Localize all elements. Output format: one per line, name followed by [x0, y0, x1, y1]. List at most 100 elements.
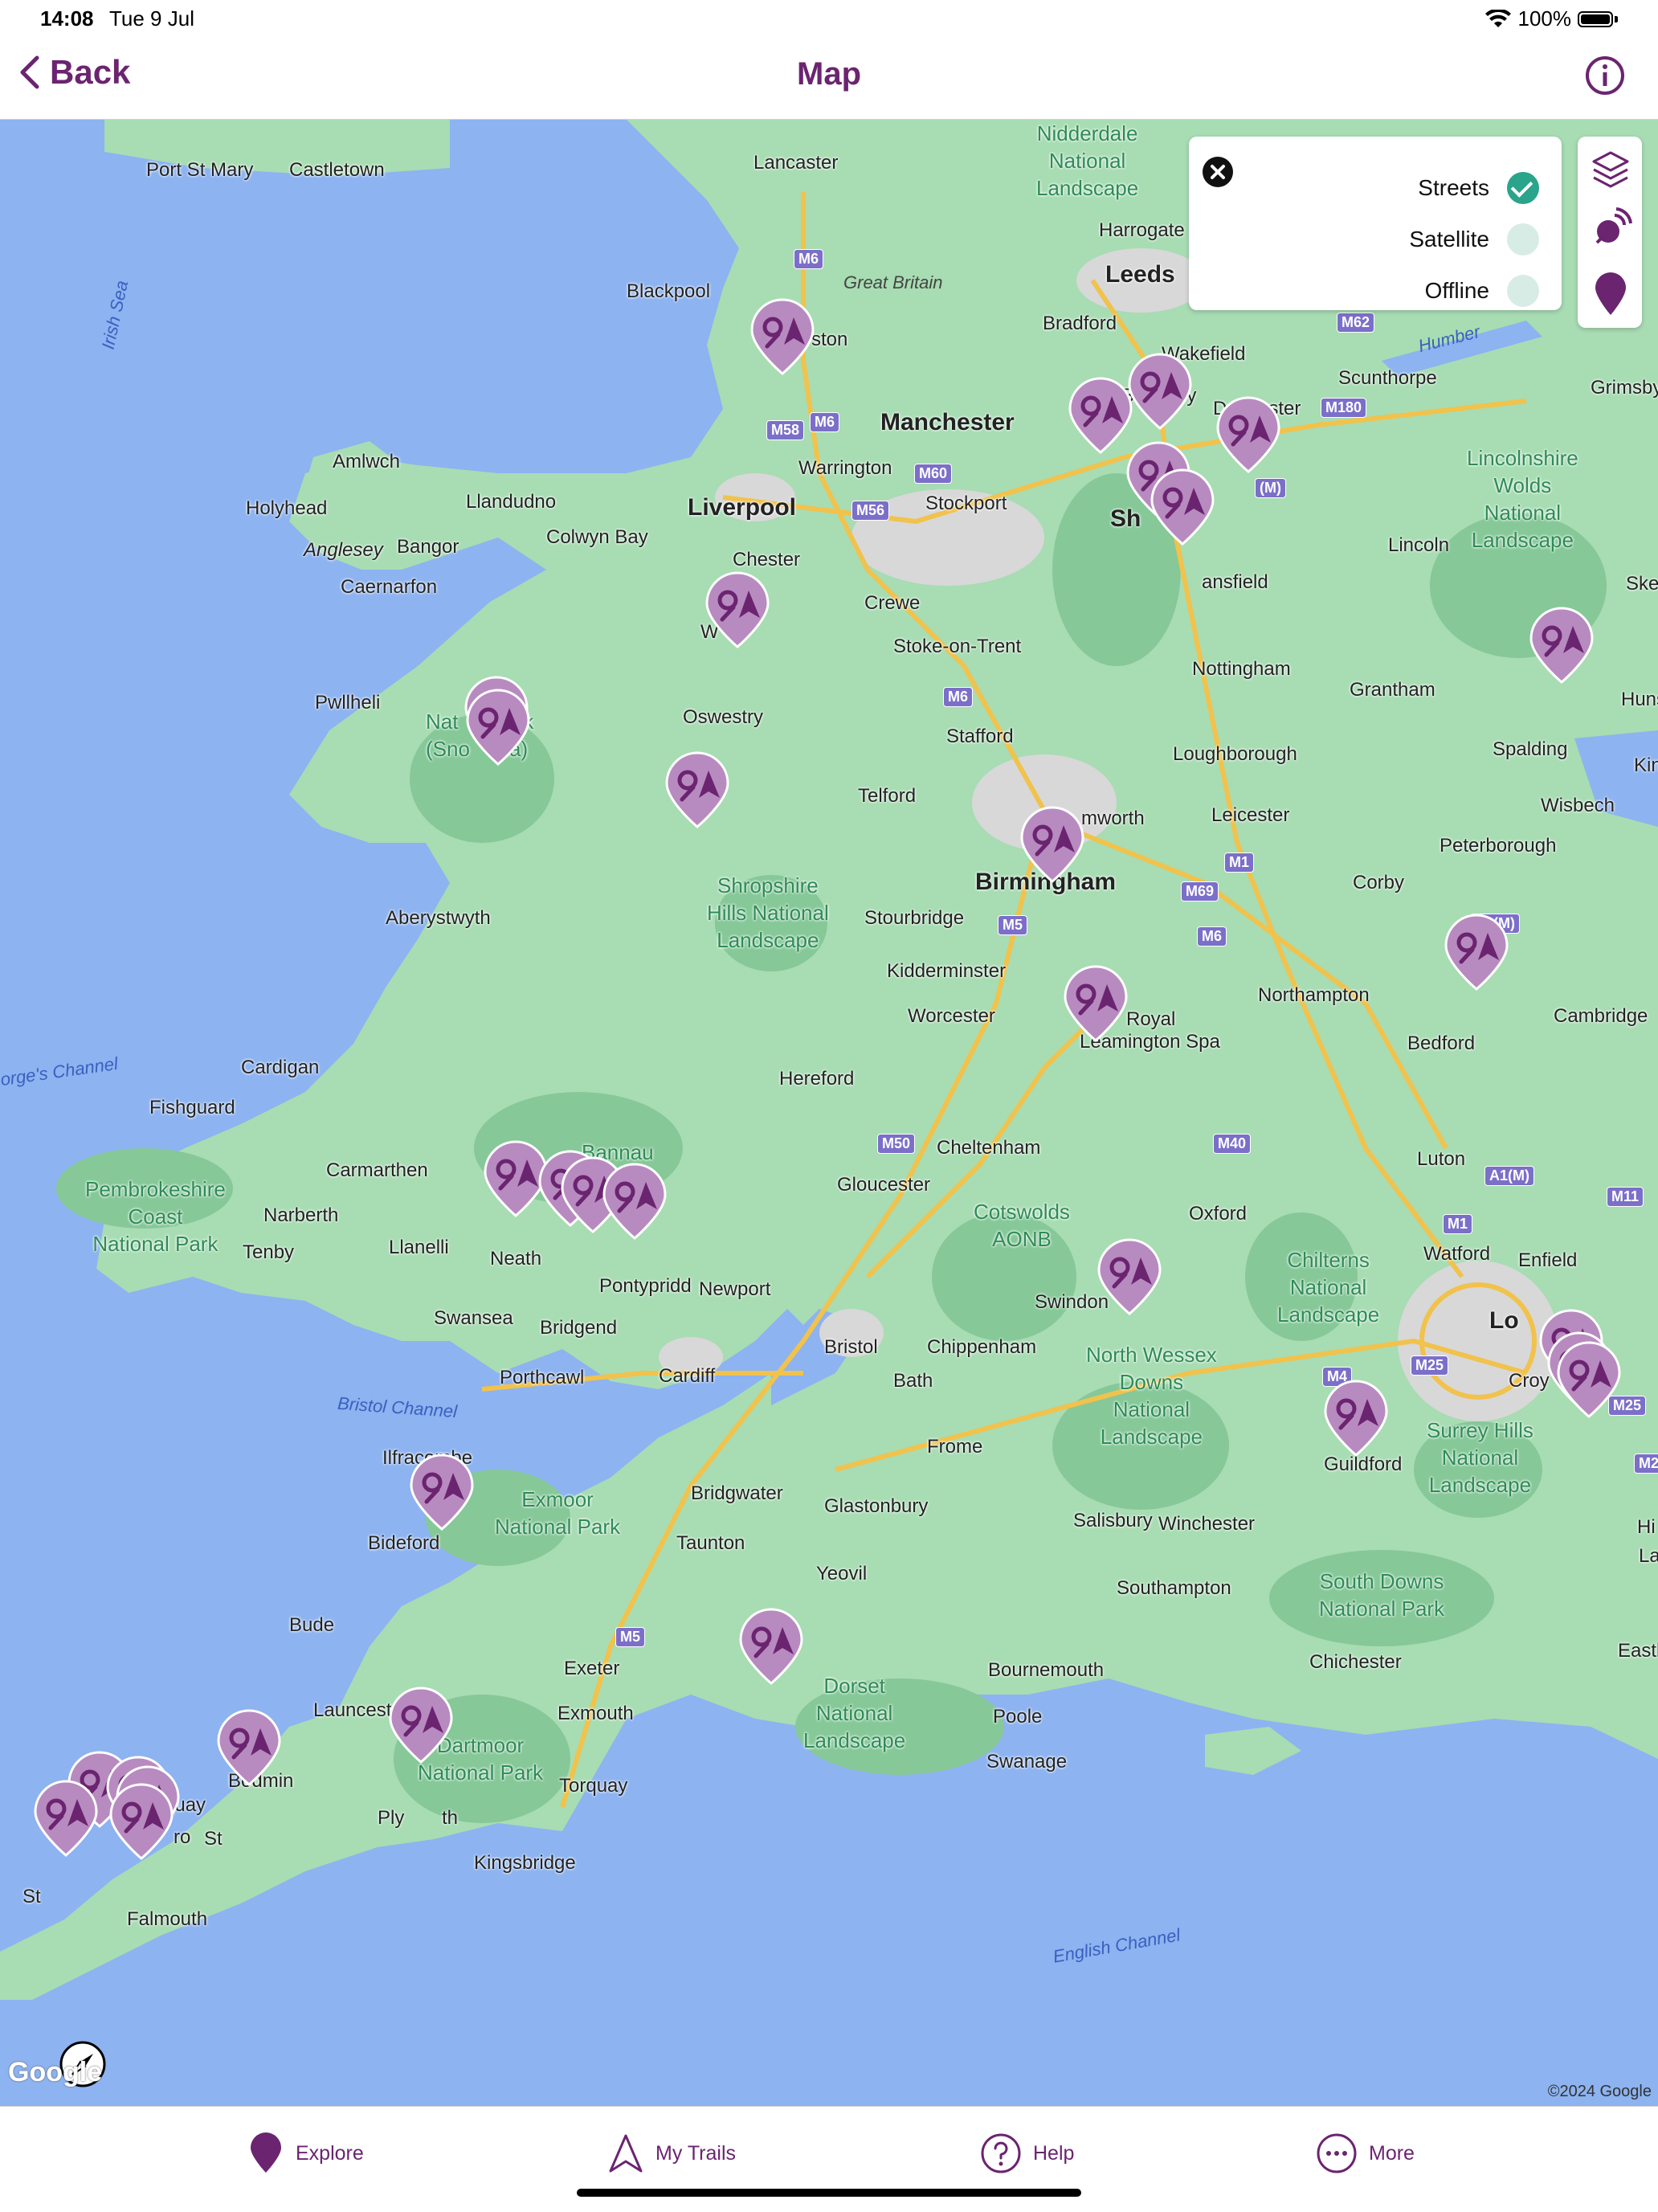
map-label: Neath — [490, 1248, 542, 1270]
map-label: Glastonbury — [824, 1495, 929, 1517]
map-label: Harrogate — [1099, 219, 1185, 241]
map-label: La — [1639, 1545, 1658, 1567]
map-label: Lancaster — [753, 152, 839, 174]
map-label: Yeovil — [816, 1563, 868, 1584]
road-shield: M25 — [1411, 1355, 1449, 1376]
tab-help[interactable]: Help — [980, 2132, 1074, 2174]
map-label: Royal — [1126, 1008, 1176, 1030]
layer-option-streets[interactable]: Streets — [1418, 172, 1539, 204]
map-label: Stafford — [946, 726, 1014, 747]
map-label: Lincoln — [1388, 534, 1450, 556]
layer-option-satellite[interactable]: Satellite — [1409, 223, 1539, 256]
map-label: Eastbo — [1618, 1640, 1658, 1662]
tab-my-trails[interactable]: My Trails — [607, 2132, 736, 2174]
map-layer-panel: Streets Satellite Offline — [1189, 137, 1562, 310]
map-label: Southampton — [1117, 1577, 1231, 1599]
map-label: Carmarthen — [326, 1159, 428, 1181]
road-shield: M40 — [1213, 1134, 1252, 1154]
trail-pin-icon[interactable] — [1019, 806, 1086, 885]
map-label: Caernarfon — [341, 576, 438, 598]
map-label: Kidderminster — [887, 960, 1007, 982]
map-label: Spalding — [1493, 738, 1568, 760]
map-park-label: Exmoor National Park — [495, 1487, 621, 1539]
pin-icon — [251, 2132, 281, 2173]
trail-pin-icon[interactable] — [737, 1608, 805, 1687]
map-label: Llandudno — [466, 491, 557, 513]
map-label: Colwyn Bay — [546, 526, 648, 548]
map-label: Anglesey — [304, 539, 383, 561]
road-shield: M50 — [877, 1134, 916, 1154]
trail-pin-icon[interactable] — [1443, 914, 1510, 992]
map-label: Cardigan — [241, 1057, 320, 1078]
trail-pin-icon[interactable] — [1126, 353, 1194, 431]
tab-label: More — [1369, 2141, 1415, 2165]
location-signal-icon[interactable] — [1591, 207, 1632, 249]
info-icon[interactable] — [1584, 55, 1626, 96]
close-icon[interactable] — [1202, 156, 1234, 188]
map-view[interactable]: Port St Mary Castletown Irish Sea Lancas… — [0, 120, 1658, 2106]
trail-pin-icon[interactable] — [108, 1783, 175, 1862]
trail-pin-icon[interactable] — [387, 1687, 455, 1765]
map-label: Grantham — [1350, 679, 1435, 701]
map-label: Manchester — [880, 409, 1015, 435]
trail-pin-icon[interactable] — [601, 1163, 668, 1241]
trail-pin-icon[interactable] — [1149, 468, 1216, 547]
radio-unselected[interactable] — [1507, 223, 1539, 256]
radio-selected[interactable] — [1507, 172, 1539, 204]
trail-pin-icon[interactable] — [1528, 607, 1595, 685]
trail-pin-icon[interactable] — [704, 571, 771, 650]
trail-pin-icon[interactable] — [749, 298, 816, 377]
trail-pin-icon[interactable] — [32, 1780, 100, 1858]
road-shield: A1(M) — [1484, 1166, 1534, 1186]
map-label: Leicester — [1211, 804, 1290, 826]
tab-explore[interactable]: Explore — [247, 2132, 364, 2174]
radio-unselected[interactable] — [1507, 275, 1539, 307]
status-bar: 14:08 Tue 9 Jul 100% — [0, 0, 1658, 37]
question-icon — [981, 2133, 1021, 2173]
trail-pin-icon[interactable] — [215, 1709, 283, 1788]
google-logo: Google — [8, 2057, 103, 2087]
road-shield: M180 — [1321, 398, 1367, 418]
road-shield: (M) — [1255, 478, 1286, 498]
trail-pin-icon[interactable] — [408, 1454, 476, 1532]
map-label: Grimsby — [1591, 377, 1658, 399]
pin-icon[interactable] — [1591, 272, 1631, 317]
road-shield: M6 — [943, 687, 974, 707]
page-title: Map — [797, 56, 861, 92]
road-shield: M5 — [998, 915, 1028, 935]
map-park-label: Lincolnshire Wolds National Landscape — [1467, 446, 1578, 552]
map-label: Worcester — [908, 1005, 995, 1027]
map-label: Amlwch — [333, 451, 401, 472]
tab-label: Explore — [296, 2141, 364, 2165]
map-label: Bideford — [368, 1532, 440, 1554]
map-label: Stoke-on-Trent — [893, 636, 1022, 657]
map-label: Peterborough — [1440, 835, 1557, 857]
map-label: Hereford — [779, 1068, 855, 1090]
map-label: Pwllheli — [315, 692, 381, 713]
layer-option-offline[interactable]: Offline — [1425, 275, 1539, 307]
map-label: Crewe — [864, 592, 921, 614]
map-label: Telford — [858, 785, 917, 807]
road-shield: M5 — [615, 1627, 646, 1647]
map-label: Bedford — [1407, 1032, 1476, 1054]
tab-more[interactable]: More — [1316, 2132, 1415, 2174]
map-label: Bath — [893, 1370, 933, 1392]
map-label: Gloucester — [837, 1174, 931, 1196]
layer-label: Satellite — [1409, 227, 1489, 251]
map-label: Bangor — [397, 536, 459, 558]
map-label: Northampton — [1258, 984, 1370, 1006]
trail-pin-icon[interactable] — [1322, 1380, 1390, 1458]
trail-pin-icon[interactable] — [1096, 1238, 1163, 1317]
trail-pin-icon[interactable] — [1062, 965, 1129, 1044]
map-label: Bridgend — [540, 1317, 618, 1339]
map-label: Chichester — [1309, 1651, 1402, 1673]
trail-pin-icon[interactable] — [664, 751, 731, 830]
layers-icon[interactable] — [1591, 149, 1631, 191]
trail-arrow-icon — [609, 2134, 643, 2173]
trail-pin-icon[interactable] — [464, 689, 532, 767]
map-park-label: Dorset National Landscape — [803, 1674, 906, 1752]
trail-pin-icon[interactable] — [1555, 1341, 1623, 1420]
map-label: Hi — [1637, 1516, 1656, 1538]
trail-pin-icon[interactable] — [1215, 396, 1282, 475]
map-label: Bournemouth — [988, 1659, 1105, 1681]
